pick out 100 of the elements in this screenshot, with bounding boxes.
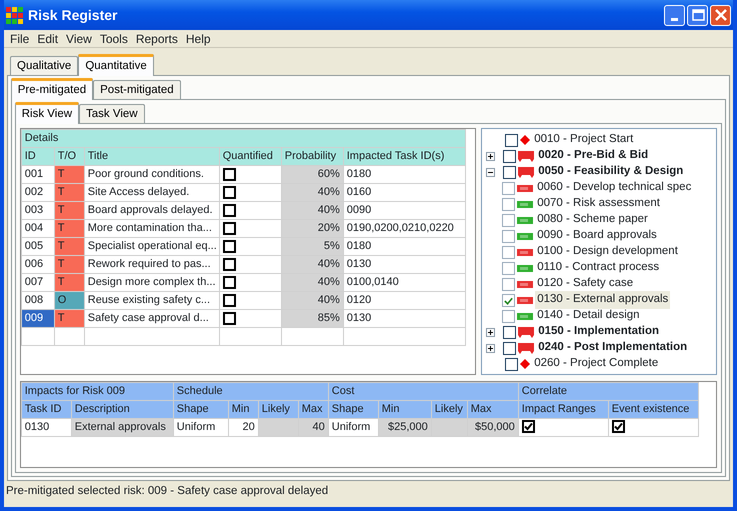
group-header: Correlate bbox=[518, 382, 698, 400]
task-bar-icon bbox=[517, 216, 534, 224]
tree-item[interactable]: 0050 - Feasibility & Design bbox=[536, 163, 686, 181]
checkbox[interactable] bbox=[503, 326, 516, 338]
checkbox[interactable] bbox=[502, 230, 516, 242]
tree-item[interactable]: 0130 - External approvals bbox=[535, 291, 670, 309]
tree-item[interactable]: 0080 - Scheme paper bbox=[535, 211, 650, 229]
checkbox[interactable] bbox=[222, 258, 236, 271]
column-header[interactable]: T/O bbox=[54, 148, 84, 166]
checkbox[interactable] bbox=[222, 240, 236, 253]
column-header[interactable]: Probability bbox=[281, 148, 344, 166]
column-header[interactable]: Min bbox=[378, 400, 432, 418]
menu-item[interactable]: Help bbox=[184, 30, 217, 48]
menu-item[interactable]: Reports bbox=[134, 30, 184, 48]
tree-item[interactable]: 0020 - Pre-Bid & Bid bbox=[536, 147, 650, 165]
checkbox[interactable] bbox=[502, 214, 516, 226]
task-bar-icon bbox=[517, 296, 534, 304]
column-header[interactable]: Title bbox=[84, 148, 220, 166]
checkbox[interactable] bbox=[222, 204, 236, 217]
checkbox[interactable] bbox=[222, 186, 236, 199]
column-header[interactable]: Likely bbox=[258, 400, 298, 418]
table-cell: T bbox=[54, 238, 84, 256]
table-cell: 001 bbox=[21, 166, 54, 184]
group-header: Impacts for Risk 009 bbox=[21, 382, 174, 400]
checkbox[interactable] bbox=[502, 262, 516, 274]
checkbox[interactable] bbox=[505, 358, 518, 370]
collapse-icon[interactable] bbox=[486, 168, 496, 176]
column-header[interactable]: ID bbox=[21, 148, 54, 166]
tab[interactable]: Quantitative bbox=[78, 54, 154, 76]
tree-item[interactable]: 0240 - Post Implementation bbox=[536, 339, 690, 357]
checkbox[interactable] bbox=[222, 312, 236, 325]
column-header[interactable]: Shape bbox=[328, 400, 378, 418]
table-cell: T bbox=[54, 184, 84, 202]
column-header[interactable]: Quantified bbox=[219, 148, 282, 166]
table-cell: Design more complex th... bbox=[84, 274, 220, 292]
minimize-icon bbox=[671, 18, 678, 20]
checkbox[interactable] bbox=[222, 294, 236, 307]
column-header[interactable]: Max bbox=[298, 400, 328, 418]
minimize-button[interactable] bbox=[664, 4, 685, 26]
expand-icon[interactable] bbox=[486, 328, 496, 336]
checkbox[interactable] bbox=[222, 276, 236, 289]
maximize-button[interactable] bbox=[687, 4, 708, 26]
column-header[interactable]: Likely bbox=[431, 400, 468, 418]
checkbox[interactable] bbox=[502, 246, 516, 258]
menu-item[interactable]: File bbox=[8, 30, 36, 48]
column-header[interactable]: Description bbox=[71, 400, 174, 418]
table-cell: 40% bbox=[281, 274, 344, 292]
tree-item[interactable]: 0070 - Risk assessment bbox=[535, 195, 662, 213]
checkbox[interactable] bbox=[502, 294, 516, 306]
table-cell: 0190,0200,0210,0220 bbox=[343, 220, 466, 238]
tree-item[interactable]: 0120 - Safety case bbox=[535, 275, 636, 293]
column-header[interactable]: Event existence bbox=[608, 400, 698, 418]
menu-item[interactable]: Edit bbox=[35, 30, 64, 48]
checkbox[interactable] bbox=[612, 420, 625, 434]
tree-item[interactable]: 0010 - Project Start bbox=[532, 131, 636, 149]
tab[interactable]: Pre-mitigated bbox=[10, 78, 94, 100]
tree-item[interactable]: 0150 - Implementation bbox=[536, 323, 662, 341]
checkbox[interactable] bbox=[502, 198, 516, 210]
column-header[interactable]: Min bbox=[228, 400, 258, 418]
menu-item[interactable]: Tools bbox=[98, 30, 134, 48]
checkbox[interactable] bbox=[503, 342, 516, 354]
tree-item[interactable]: 0110 - Contract process bbox=[535, 259, 662, 277]
group-header: Cost bbox=[328, 382, 518, 400]
expand-icon[interactable] bbox=[486, 344, 496, 352]
column-header[interactable]: Impact Ranges bbox=[518, 400, 608, 418]
table-cell: 0130 bbox=[343, 256, 466, 274]
tree-item[interactable]: 0100 - Design development bbox=[535, 243, 680, 261]
column-header[interactable]: Task ID bbox=[21, 400, 72, 418]
tree-item[interactable]: 0140 - Detail design bbox=[535, 307, 642, 325]
table-cell: 004 bbox=[21, 220, 54, 238]
table-cell: 0160 bbox=[343, 184, 466, 202]
column-header[interactable]: Shape bbox=[173, 400, 228, 418]
table-cell: T bbox=[54, 310, 84, 328]
tab[interactable]: Qualitative bbox=[10, 56, 78, 75]
table-cell: 60% bbox=[281, 166, 344, 184]
tree-item[interactable]: 0260 - Project Complete bbox=[532, 355, 660, 373]
tree-item[interactable]: 0060 - Develop technical spec bbox=[535, 179, 694, 197]
column-header[interactable]: Impacted Task ID(s) bbox=[343, 148, 466, 166]
close-button[interactable] bbox=[710, 4, 731, 26]
table-cell: 002 bbox=[21, 184, 54, 202]
checkbox[interactable] bbox=[222, 168, 236, 181]
tab[interactable]: Post-mitigated bbox=[93, 80, 181, 99]
tab[interactable]: Risk View bbox=[14, 102, 80, 124]
checkbox[interactable] bbox=[503, 150, 516, 162]
checkbox[interactable] bbox=[522, 420, 535, 434]
column-header[interactable]: Max bbox=[467, 400, 518, 418]
expand-icon[interactable] bbox=[486, 152, 496, 160]
table-cell: 40% bbox=[281, 256, 344, 274]
tree-item[interactable]: 0090 - Board approvals bbox=[535, 227, 659, 245]
tab[interactable]: Task View bbox=[79, 104, 145, 123]
status-text: Pre-mitigated selected risk: 009 - Safety case approval delayed bbox=[5, 484, 330, 500]
checkbox[interactable] bbox=[502, 278, 516, 290]
checkbox[interactable] bbox=[502, 182, 516, 194]
checkbox[interactable] bbox=[502, 310, 516, 322]
checkbox[interactable] bbox=[222, 222, 236, 235]
table-cell: 40% bbox=[281, 184, 344, 202]
checkbox[interactable] bbox=[503, 166, 516, 178]
table-cell: T bbox=[54, 220, 84, 238]
checkbox[interactable] bbox=[505, 134, 518, 146]
menu-item[interactable]: View bbox=[64, 30, 98, 48]
